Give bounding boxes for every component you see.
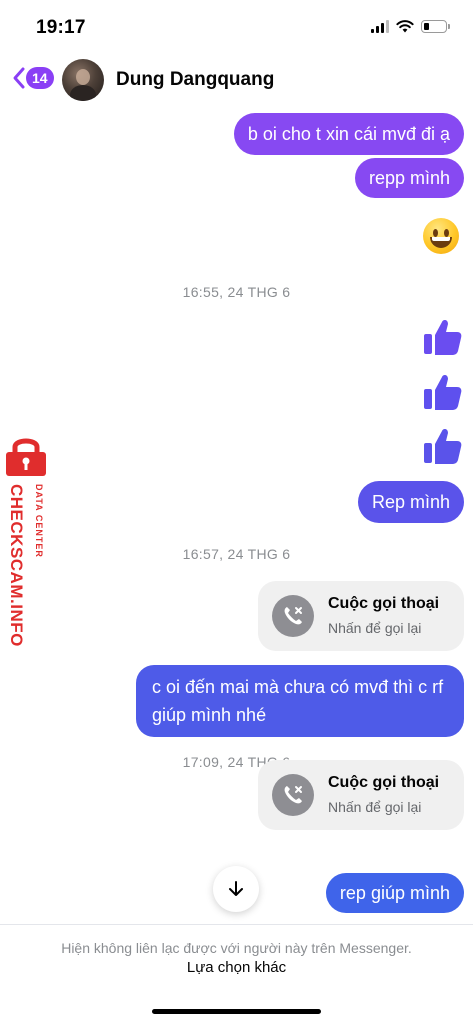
thumbs-up-icon[interactable] (422, 425, 464, 467)
missed-call-card[interactable]: Cuộc gọi thoại Nhấn để gọi lại (258, 760, 464, 830)
missed-call-icon (272, 774, 314, 816)
chevron-left-icon (13, 67, 25, 89)
message-bubble[interactable]: repp mình (354, 158, 464, 198)
message-bubble[interactable]: rep giúp mình (325, 873, 464, 913)
thumbs-up-icon[interactable] (422, 316, 464, 358)
other-options-link[interactable]: Lựa chọn khác (0, 959, 473, 976)
conversation-header: 14 Dung Dangquang (0, 52, 473, 108)
call-title: Cuộc gọi thoại (328, 774, 440, 791)
cellular-signal-icon (371, 19, 389, 33)
missed-call-card[interactable]: Cuộc gọi thoại Nhấn để gọi lại (258, 581, 464, 651)
arrow-down-icon (229, 881, 243, 896)
home-indicator[interactable] (152, 1009, 321, 1014)
thumbs-up-icon[interactable] (422, 371, 464, 413)
status-time: 19:17 (36, 17, 86, 38)
lock-icon (6, 438, 46, 476)
watermark: CHECKSCAM.INFO DATA CENTER (2, 436, 50, 666)
missed-call-icon (272, 595, 314, 637)
watermark-main-text: CHECKSCAM.INFO (7, 484, 26, 647)
scroll-to-bottom-button[interactable] (213, 866, 259, 912)
unavailable-notice: Hiện không liên lạc được với người này t… (61, 940, 412, 956)
footer-divider (0, 924, 473, 925)
message-timestamp: 16:57, 24 THG 6 (182, 546, 291, 562)
watermark-sub-text: DATA CENTER (34, 484, 44, 558)
status-bar: 19:17 (0, 0, 473, 52)
grinning-emoji-icon[interactable] (423, 218, 459, 254)
contact-name[interactable]: Dung Dangquang (116, 69, 274, 91)
message-bubble[interactable]: b oi cho t xin cái mvđ đi ạ (233, 113, 464, 155)
status-icons (371, 19, 450, 33)
battery-icon (421, 19, 450, 33)
contact-avatar[interactable] (62, 59, 104, 101)
call-subtitle: Nhấn để gọi lại (328, 620, 422, 636)
call-subtitle: Nhấn để gọi lại (328, 799, 422, 815)
back-button[interactable]: 14 (12, 66, 54, 90)
unread-count-badge: 14 (26, 67, 54, 89)
message-bubble[interactable]: c oi đến mai mà chưa có mvđ thì c rf giú… (136, 665, 464, 737)
wifi-icon (396, 20, 414, 33)
message-bubble[interactable]: Rep mình (357, 481, 464, 523)
call-title: Cuộc gọi thoại (328, 595, 440, 612)
message-timestamp: 16:55, 24 THG 6 (182, 284, 291, 300)
